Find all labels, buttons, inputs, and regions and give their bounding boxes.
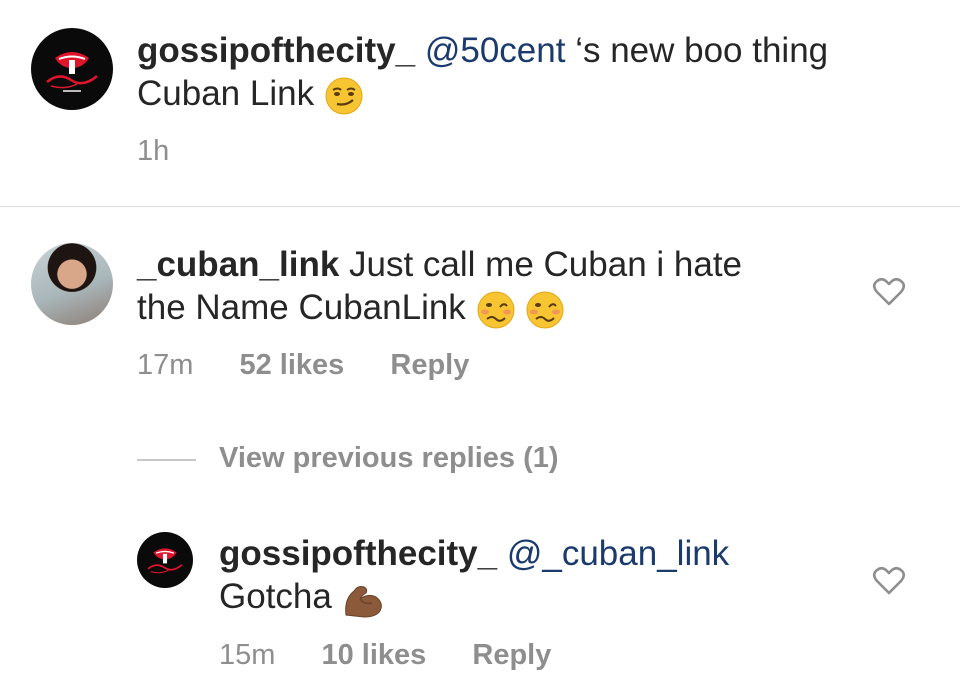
reply-mention[interactable]: @_cuban_link [507, 534, 729, 573]
comment-text-line2: the Name CubanLink [137, 288, 466, 327]
comment-meta: 17m 52 likes Reply [137, 349, 469, 382]
reply-meta: 15m 10 likes Reply [219, 639, 551, 672]
woozy-face-icon [477, 291, 515, 329]
comment-likes[interactable]: 52 likes [239, 349, 344, 381]
comment-avatar[interactable] [31, 243, 113, 325]
comment-text: _cuban_link Just call me Cuban i hate th… [137, 243, 857, 330]
woozy-face-icon [526, 291, 564, 329]
reply-likes[interactable]: 10 likes [321, 639, 426, 671]
gossip-logo-icon [46, 52, 98, 92]
caption-divider [0, 206, 960, 207]
reply-time: 15m [219, 639, 276, 671]
flexed-biceps-icon [344, 585, 382, 618]
comment-like-heart-icon[interactable] [872, 277, 906, 307]
reply-reply-button[interactable]: Reply [472, 639, 551, 671]
comment-time: 17m [137, 349, 194, 381]
caption-avatar[interactable] [31, 28, 113, 110]
reply-avatar[interactable] [137, 532, 193, 588]
comment-text-line1: Just call me Cuban i hate [339, 245, 743, 284]
reply-like-heart-icon[interactable] [872, 566, 906, 596]
caption-username[interactable]: gossipofthecity_ [137, 31, 415, 70]
view-replies-line [137, 459, 196, 461]
gossip-logo-icon [147, 548, 183, 574]
caption-text: gossipofthecity_ @50cent ‘s new boo thin… [137, 29, 917, 116]
caption-time: 1h [137, 135, 170, 167]
reply-username[interactable]: gossipofthecity_ [219, 534, 497, 573]
reply-text: gossipofthecity_ @_cuban_link Gotcha [219, 532, 859, 619]
view-previous-replies-button[interactable]: View previous replies (1) [219, 442, 559, 475]
comment-username[interactable]: _cuban_link [137, 245, 339, 284]
caption-text-line2: Cuban Link [137, 74, 315, 113]
caption-mention[interactable]: @50cent [425, 31, 566, 70]
comment-reply-button[interactable]: Reply [390, 349, 469, 381]
caption-text-line1: ‘s new boo thing [565, 31, 829, 70]
smirking-face-icon [325, 77, 363, 115]
reply-text-line2: Gotcha [219, 577, 332, 616]
